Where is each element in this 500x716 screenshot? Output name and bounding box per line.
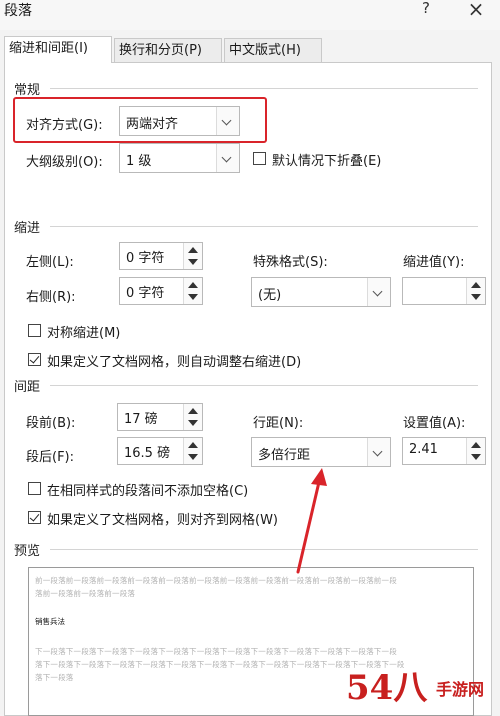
tab-indents-and-spacing[interactable]: 缩进和间距(I) (4, 36, 112, 63)
watermark-text: 手游网 (436, 680, 485, 699)
watermark-logo: 54八 (346, 668, 428, 708)
annotation-arrow-icon (296, 468, 327, 574)
